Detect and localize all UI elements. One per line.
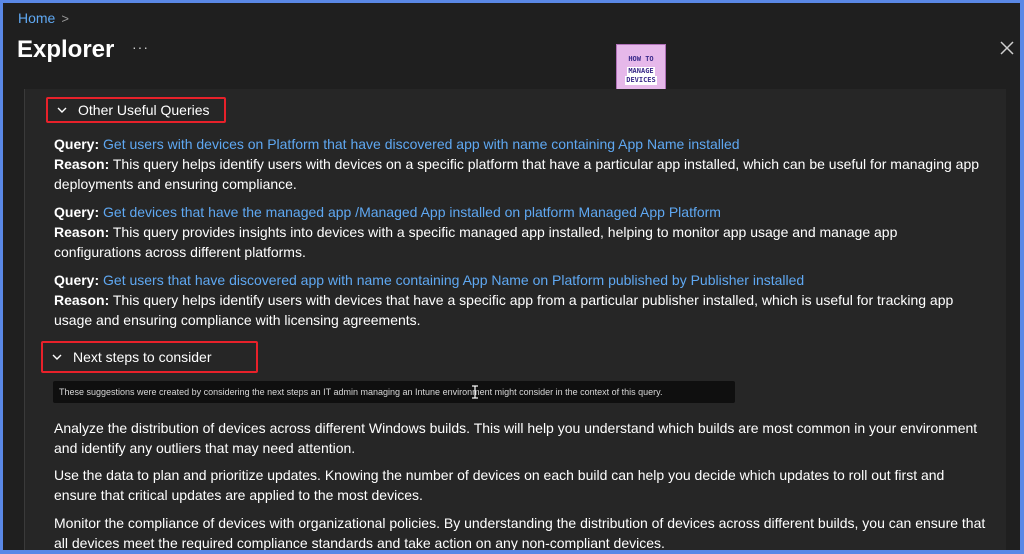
- close-icon[interactable]: [998, 39, 1016, 57]
- next-step-item: Analyze the distribution of devices acro…: [54, 420, 978, 456]
- section-title: Other Useful Queries: [78, 102, 210, 118]
- reason-label: Reason:: [54, 224, 110, 240]
- query-label: Query:: [54, 136, 100, 152]
- query-label: Query:: [54, 204, 100, 220]
- reason-text: This query helps identify users with dev…: [54, 156, 980, 192]
- suggestions-tooltip: These suggestions were created by consid…: [53, 381, 735, 403]
- chevron-right-icon: >: [61, 10, 69, 26]
- query-link[interactable]: Get users with devices on Platform that …: [103, 136, 740, 152]
- chevron-down-icon: [57, 107, 67, 113]
- query-item: Query: Get devices that have the managed…: [54, 202, 984, 262]
- reason-text: This query helps identify users with dev…: [54, 292, 954, 328]
- explorer-window: Home > Explorer ··· HOW TO MANAGE DEVICE…: [3, 3, 1020, 550]
- reason-label: Reason:: [54, 292, 110, 308]
- reason-text: This query provides insights into device…: [54, 224, 898, 260]
- copilot-response-panel: Other Useful Queries Query: Get users wi…: [24, 89, 1006, 550]
- query-item: Query: Get users with devices on Platfor…: [54, 134, 984, 194]
- query-link[interactable]: Get devices that have the managed app /M…: [103, 204, 721, 220]
- page-title: Explorer: [17, 36, 115, 63]
- section-header-other-useful-queries[interactable]: Other Useful Queries: [46, 97, 226, 123]
- next-step-item: Use the data to plan and prioritize upda…: [54, 467, 945, 503]
- query-label: Query:: [54, 272, 100, 288]
- text-cursor-icon: [472, 385, 478, 399]
- logo-line-1: HOW TO: [628, 55, 654, 63]
- breadcrumb-home-link[interactable]: Home: [18, 10, 55, 26]
- next-step-item: Monitor the compliance of devices with o…: [54, 515, 986, 550]
- more-options-icon[interactable]: ···: [132, 39, 149, 55]
- query-link[interactable]: Get users that have discovered app with …: [103, 272, 804, 288]
- breadcrumb: Home >: [18, 10, 69, 26]
- reason-label: Reason:: [54, 156, 110, 172]
- logo-line-2: MANAGE: [627, 67, 655, 76]
- section-title: Next steps to consider: [73, 349, 212, 365]
- section-header-next-steps[interactable]: Next steps to consider: [41, 341, 258, 373]
- query-item: Query: Get users that have discovered ap…: [54, 270, 984, 330]
- logo-line-3: DEVICES: [625, 76, 657, 85]
- chevron-down-icon: [52, 354, 62, 360]
